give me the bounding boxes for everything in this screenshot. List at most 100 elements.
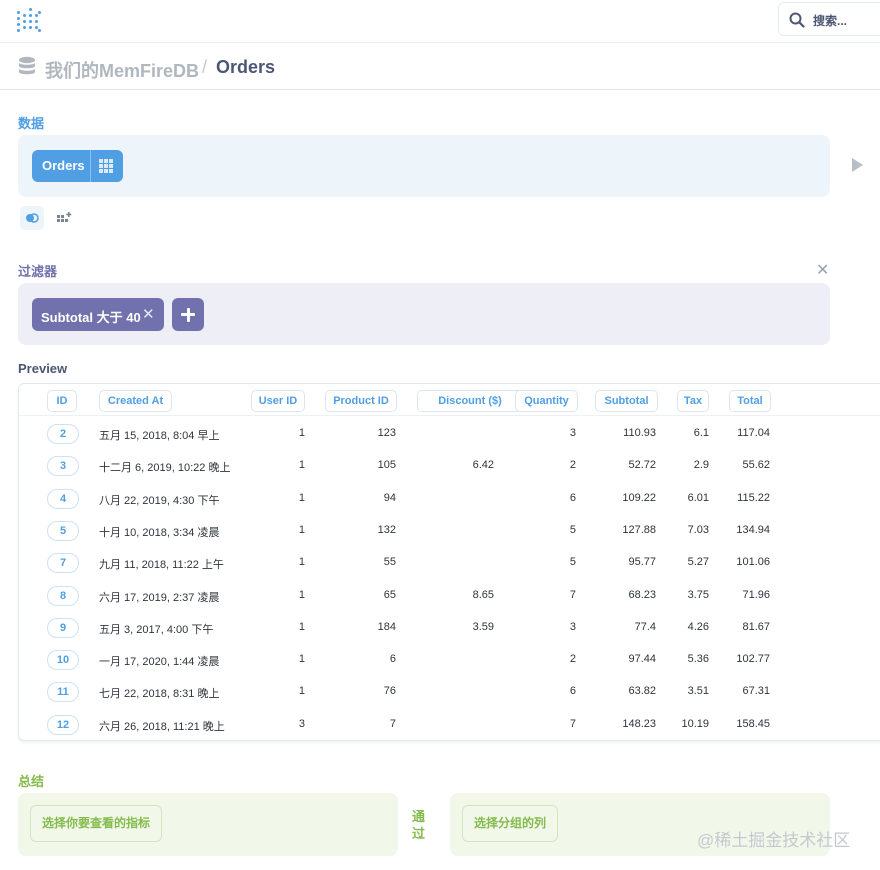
table-cell: 1 — [298, 653, 305, 666]
table-cell: 6.1 — [693, 427, 709, 439]
table-cell: 134.94 — [736, 523, 770, 536]
table-cell: 110.93 — [623, 427, 656, 439]
table-cell: 1 — [298, 491, 305, 504]
table-cell: 76 — [383, 685, 396, 698]
table-cell: 6.01 — [687, 491, 709, 504]
table-cell: 3.59 — [472, 620, 494, 633]
preview-play-icon[interactable] — [852, 158, 863, 172]
table-cell-created-at: 十二月 6, 2019, 10:22 晚上 — [99, 462, 231, 475]
table-cell: 68.23 — [628, 588, 656, 601]
table-cell: 127.88 — [622, 523, 656, 536]
table-cell: 1 — [298, 588, 305, 601]
table-cell: 52.72 — [628, 459, 656, 472]
table-cell: 148.23 — [622, 717, 656, 730]
remove-filter-step-close-icon[interactable]: ✕ — [816, 260, 829, 280]
filter-step-box: Subtotal 大于 40 ✕ — [18, 283, 830, 345]
table-cell: 94 — [383, 491, 396, 504]
table-cell: 97.44 — [628, 653, 656, 666]
data-section-title: 数据 — [18, 116, 45, 131]
pick-metric-button[interactable]: 选择你要查看的指标 — [30, 805, 163, 842]
column-header[interactable]: Total — [729, 390, 771, 412]
table-cell: 5 — [569, 523, 576, 536]
search-placeholder: 搜索... — [813, 14, 848, 28]
table-cell: 7 — [569, 717, 576, 730]
table-cell: 5.27 — [687, 556, 709, 569]
column-header[interactable]: Quantity — [515, 390, 578, 412]
row-id-badge[interactable]: 8 — [47, 585, 79, 606]
table-cell: 95.77 — [628, 556, 656, 569]
table-cell: 132 — [377, 523, 396, 536]
metric-step-box: 选择你要查看的指标 — [18, 793, 398, 856]
table-cell: 117.04 — [737, 427, 770, 439]
row-id-badge[interactable]: 12 — [47, 714, 79, 735]
table-cell: 1 — [298, 523, 305, 536]
table-cell: 63.82 — [628, 685, 656, 698]
add-filter-button[interactable] — [172, 298, 204, 331]
remove-filter-close-icon[interactable]: ✕ — [142, 305, 155, 323]
column-header[interactable]: Created At — [99, 390, 172, 412]
table-cell: 158.45 — [736, 717, 770, 730]
row-id-badge[interactable]: 4 — [47, 488, 79, 509]
table-cell: 4.26 — [687, 620, 709, 633]
grid-columns-icon[interactable] — [99, 159, 113, 173]
custom-column-icon[interactable] — [56, 210, 72, 226]
table-cell-created-at: 一月 17, 2020, 1:44 凌晨 — [99, 656, 220, 669]
join-toggle-icon[interactable] — [20, 206, 44, 230]
table-cell: 7 — [569, 588, 576, 601]
table-name: Orders — [42, 158, 85, 173]
table-cell-created-at: 五月 15, 2018, 8:04 早上 — [99, 430, 220, 442]
table-cell: 3.75 — [687, 588, 709, 601]
row-id-badge[interactable]: 10 — [47, 650, 79, 671]
watermark: @稀土掘金技术社区 — [697, 831, 851, 850]
table-cell: 1 — [298, 427, 305, 439]
table-cell: 105 — [377, 459, 396, 472]
table-cell: 81.67 — [742, 620, 770, 633]
table-selector-button[interactable]: Orders — [32, 150, 123, 182]
table-cell: 3.51 — [687, 685, 709, 698]
table-cell: 10.19 — [681, 717, 709, 730]
breadcrumb-database[interactable]: 我们的MemFireDB — [45, 57, 199, 83]
table-cell: 1 — [298, 556, 305, 569]
table-cell: 101.06 — [736, 556, 770, 569]
table-cell: 55.62 — [742, 459, 770, 472]
row-id-badge[interactable]: 2 — [47, 424, 79, 444]
pill-divider — [90, 150, 91, 182]
table-cell: 6 — [569, 685, 576, 698]
table-cell: 65 — [383, 588, 396, 601]
table-cell-created-at: 七月 22, 2018, 8:31 晚上 — [99, 688, 220, 701]
table-cell: 184 — [377, 620, 396, 633]
preview-title: Preview — [18, 361, 68, 376]
table-cell: 5.36 — [687, 653, 709, 666]
table-cell-created-at: 九月 11, 2018, 11:22 上午 — [99, 559, 224, 572]
search-bar[interactable]: 搜索... — [778, 2, 880, 36]
table-cell-created-at: 八月 22, 2019, 4:30 下午 — [99, 494, 220, 507]
row-id-badge[interactable]: 5 — [47, 520, 79, 541]
breadcrumb-table[interactable]: Orders — [216, 57, 275, 78]
pick-group-column-button[interactable]: 选择分组的列 — [462, 805, 559, 842]
row-id-badge[interactable]: 7 — [47, 553, 79, 574]
table-cell: 8.65 — [472, 588, 494, 601]
column-header[interactable]: Tax — [677, 390, 709, 412]
column-header[interactable]: ID — [47, 390, 77, 412]
table-cell: 3 — [569, 427, 576, 439]
table-cell: 123 — [377, 427, 396, 439]
table-cell: 71.96 — [742, 588, 770, 601]
table-cell-created-at: 六月 26, 2018, 11:21 晚上 — [99, 720, 225, 733]
row-id-badge[interactable]: 9 — [47, 617, 79, 638]
table-cell: 6.42 — [472, 459, 494, 472]
table-cell: 6 — [389, 653, 396, 666]
column-header[interactable]: Subtotal — [595, 390, 658, 412]
table-cell: 6 — [569, 491, 576, 504]
row-id-badge[interactable]: 3 — [47, 456, 79, 477]
column-header[interactable]: Product ID — [325, 390, 397, 412]
metabase-logo-icon[interactable] — [17, 8, 41, 34]
filter-pill[interactable]: Subtotal 大于 40 ✕ — [32, 298, 164, 331]
column-header[interactable]: Discount ($) — [417, 390, 523, 412]
table-cell: 2 — [569, 653, 576, 666]
column-header[interactable]: User ID — [251, 390, 305, 412]
summary-section-title: 总结 — [18, 774, 45, 789]
table-cell: 67.31 — [742, 685, 770, 698]
table-cell-created-at: 五月 3, 2017, 4:00 下午 — [99, 623, 214, 636]
table-cell: 7.03 — [687, 523, 709, 536]
row-id-badge[interactable]: 11 — [47, 682, 79, 703]
